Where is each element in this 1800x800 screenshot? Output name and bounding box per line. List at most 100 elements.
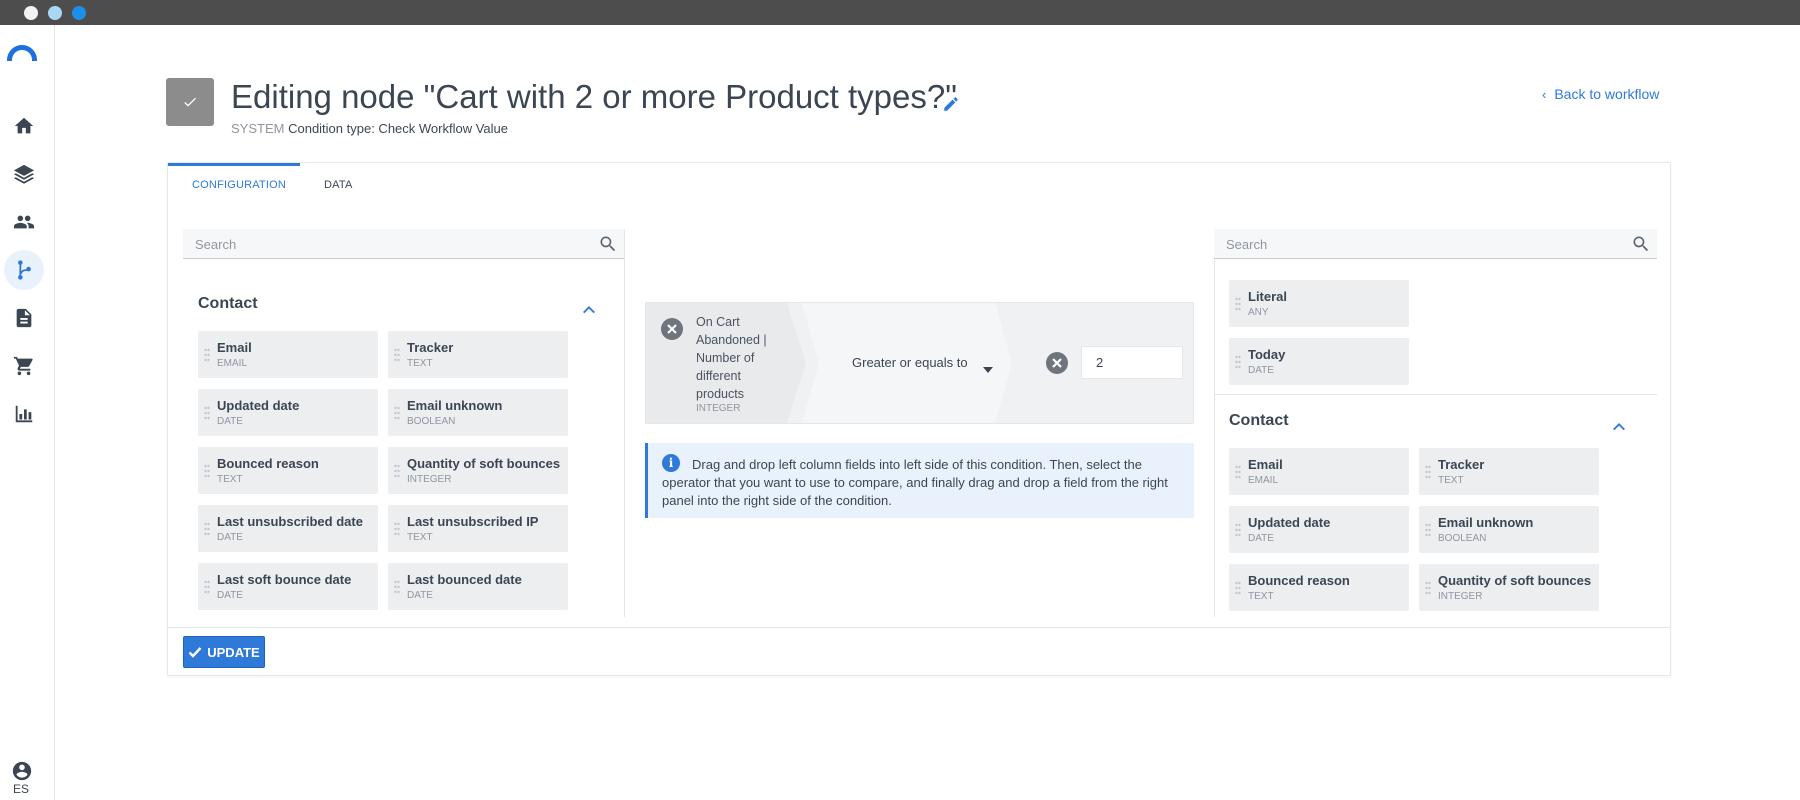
field-name: Updated date — [217, 398, 300, 413]
chevron-up-icon[interactable] — [1612, 418, 1626, 431]
window-minimize-button[interactable] — [48, 6, 62, 20]
node-check-badge — [166, 78, 214, 126]
field-card[interactable]: Email EMAIL — [1229, 448, 1409, 495]
drag-handle-icon[interactable] — [1425, 523, 1431, 537]
field-card[interactable]: Email unknown BOOLEAN — [1419, 506, 1599, 553]
drag-handle-icon[interactable] — [394, 348, 400, 362]
operator-select[interactable]: Greater or equals to — [852, 355, 968, 370]
chevron-up-icon[interactable] — [582, 301, 596, 314]
tab-data[interactable]: DATA — [324, 179, 353, 191]
update-button-label: UPDATE — [207, 644, 260, 660]
search-placeholder: Search — [1226, 237, 1268, 252]
language-label[interactable]: ES — [13, 782, 29, 796]
condition-value-input[interactable] — [1081, 346, 1183, 379]
drag-handle-icon[interactable] — [1235, 581, 1241, 595]
caret-down-icon[interactable] — [983, 360, 993, 373]
user-avatar-icon[interactable] — [11, 760, 33, 782]
workflow-icon[interactable] — [4, 250, 44, 290]
drag-handle-icon[interactable] — [394, 464, 400, 478]
field-card[interactable]: Bounced reason TEXT — [198, 447, 378, 494]
field-type: DATE — [217, 590, 243, 601]
drag-handle-icon[interactable] — [1235, 297, 1241, 311]
field-name: Tracker — [407, 340, 454, 355]
field-card[interactable]: Tracker TEXT — [388, 331, 568, 378]
field-name: Literal — [1248, 289, 1288, 304]
field-card[interactable]: Quantity of soft bounces INTEGER — [388, 447, 568, 494]
right-section-title: Contact — [1229, 412, 1289, 429]
field-name: Email unknown — [1438, 515, 1534, 530]
field-card[interactable]: Last unsubscribed date DATE — [198, 505, 378, 552]
drag-handle-icon[interactable] — [1425, 581, 1431, 595]
field-card[interactable]: Email unknown BOOLEAN — [388, 389, 568, 436]
field-card-literal[interactable]: Literal ANY — [1229, 280, 1409, 327]
update-button[interactable]: UPDATE — [183, 636, 265, 668]
home-icon[interactable] — [4, 106, 44, 146]
left-search-input[interactable]: Search — [183, 229, 624, 259]
field-type: DATE — [1248, 533, 1274, 544]
field-type: BOOLEAN — [407, 416, 456, 427]
window-maximize-button[interactable] — [72, 6, 86, 20]
field-type: DATE — [1248, 365, 1274, 376]
drag-handle-icon[interactable] — [1235, 355, 1241, 369]
brand-logo-icon[interactable] — [7, 45, 37, 61]
condition-left-type: INTEGER — [696, 403, 741, 414]
field-name: Last soft bounce date — [217, 572, 352, 587]
field-type: BOOLEAN — [1438, 533, 1487, 544]
info-text: Drag and drop left column fields into le… — [662, 457, 1168, 508]
field-name: Email unknown — [407, 398, 503, 413]
field-card-today[interactable]: Today DATE — [1229, 338, 1409, 385]
field-card[interactable]: Email EMAIL — [198, 331, 378, 378]
drag-handle-icon[interactable] — [204, 348, 210, 362]
drag-handle-icon[interactable] — [1235, 523, 1241, 537]
field-name: Bounced reason — [1248, 573, 1350, 588]
field-type: INTEGER — [1438, 591, 1483, 602]
field-card[interactable]: Updated date DATE — [1229, 506, 1409, 553]
field-type: TEXT — [407, 532, 433, 543]
field-name: Last unsubscribed date — [217, 514, 363, 529]
drag-handle-icon[interactable] — [394, 580, 400, 594]
field-card[interactable]: Updated date DATE — [198, 389, 378, 436]
drag-handle-icon[interactable] — [204, 406, 210, 420]
drag-handle-icon[interactable] — [204, 464, 210, 478]
field-card[interactable]: Tracker TEXT — [1419, 448, 1599, 495]
people-icon[interactable] — [4, 202, 44, 242]
drag-handle-icon[interactable] — [394, 406, 400, 420]
drag-handle-icon[interactable] — [1235, 465, 1241, 479]
condition-type-label: Condition type: Check Workflow Value — [288, 121, 508, 136]
field-card[interactable]: Quantity of soft bounces INTEGER — [1419, 564, 1599, 611]
column-divider — [1214, 229, 1215, 617]
clear-right-icon[interactable] — [1046, 352, 1068, 374]
search-icon[interactable] — [1631, 234, 1651, 254]
search-icon[interactable] — [598, 234, 618, 254]
layers-icon[interactable] — [4, 154, 44, 194]
back-to-workflow-link[interactable]: ‹ Back to workflow — [1542, 86, 1659, 102]
field-type: EMAIL — [217, 358, 248, 369]
cart-icon[interactable] — [4, 346, 44, 386]
back-link-label: Back to workflow — [1554, 86, 1660, 102]
field-type: TEXT — [407, 358, 433, 369]
field-name: Quantity of soft bounces — [407, 456, 561, 471]
clear-left-icon[interactable] — [661, 318, 683, 340]
page-title: Editing node "Cart with 2 or more Produc… — [231, 78, 957, 115]
drag-handle-icon[interactable] — [394, 522, 400, 536]
drag-handle-icon[interactable] — [1425, 465, 1431, 479]
info-callout: i Drag and drop left column fields into … — [645, 443, 1194, 518]
field-card[interactable]: Bounced reason TEXT — [1229, 564, 1409, 611]
field-card[interactable]: Last soft bounce date DATE — [198, 563, 378, 610]
field-type: TEXT — [1438, 475, 1464, 486]
document-icon[interactable] — [4, 298, 44, 338]
edit-title-icon[interactable] — [942, 95, 960, 113]
tab-configuration[interactable]: CONFIGURATION — [192, 179, 286, 191]
field-card[interactable]: Last bounced date DATE — [388, 563, 568, 610]
field-type: DATE — [407, 590, 433, 601]
condition-builder: On Cart Abandoned | Number of different … — [645, 302, 1194, 424]
drag-handle-icon[interactable] — [204, 522, 210, 536]
window-close-button[interactable] — [24, 6, 38, 20]
field-name: Updated date — [1248, 515, 1331, 530]
chart-icon[interactable] — [4, 394, 44, 434]
field-name: Email — [1248, 457, 1283, 472]
right-search-input[interactable]: Search — [1214, 229, 1657, 259]
node-subtitle: SYSTEM Condition type: Check Workflow Va… — [231, 121, 508, 136]
field-card[interactable]: Last unsubscribed IP TEXT — [388, 505, 568, 552]
drag-handle-icon[interactable] — [204, 580, 210, 594]
